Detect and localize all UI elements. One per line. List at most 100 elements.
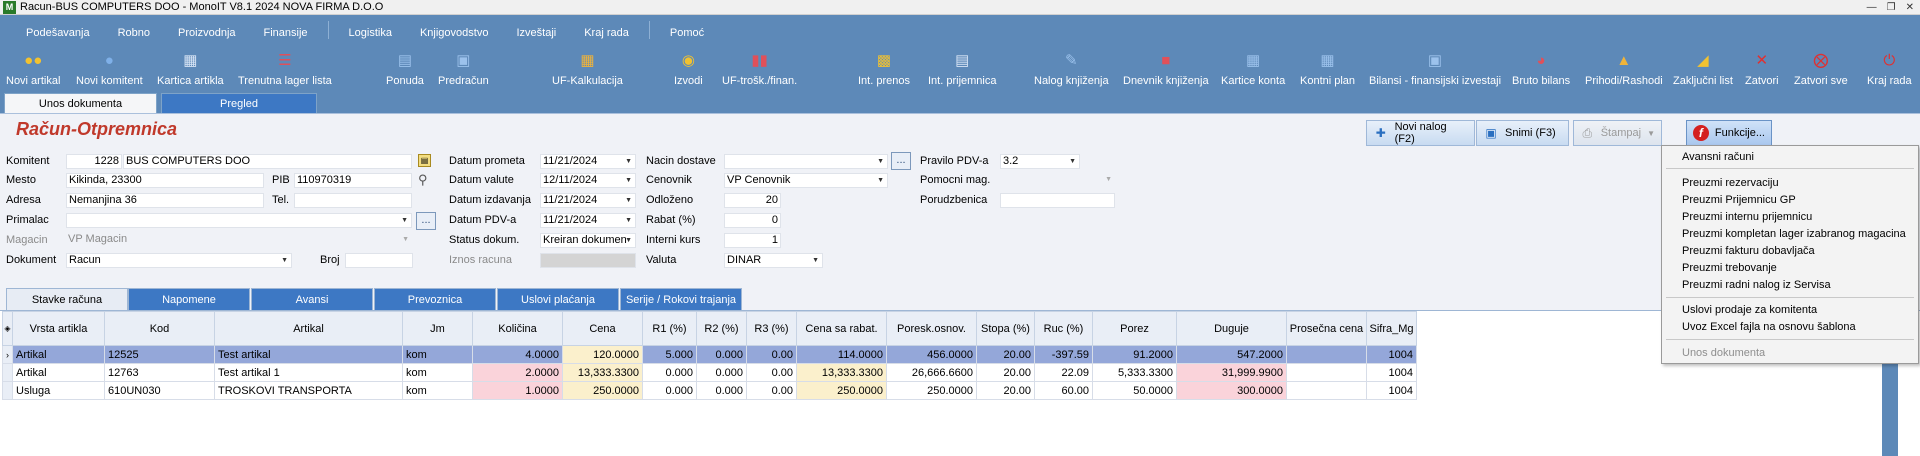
table-cell[interactable]: 610UN030	[104, 381, 215, 400]
novi-artikal-button[interactable]: ●● Novi artikal	[6, 47, 60, 91]
table-cell[interactable]	[1286, 363, 1367, 382]
table-cell[interactable]: Artikal	[12, 363, 105, 382]
table-cell[interactable]: 300.0000	[1176, 381, 1287, 400]
column-header[interactable]: Jm	[402, 311, 473, 346]
table-cell[interactable]: 0.00	[746, 345, 797, 364]
table-cell[interactable]: Test artikal 1	[214, 363, 403, 382]
menu-item-uvoz-excel[interactable]: Uvoz Excel fajla na osnovu šablona	[1682, 321, 1856, 333]
table-cell[interactable]: 1004	[1366, 363, 1417, 382]
table-cell[interactable]: 22.09	[1034, 363, 1093, 382]
menu-podesavanja[interactable]: Podešavanja	[12, 27, 104, 47]
menu-robno[interactable]: Robno	[104, 27, 164, 47]
table-cell[interactable]	[1286, 345, 1367, 364]
table-cell[interactable]: 0.000	[642, 381, 697, 400]
table-cell[interactable]: 12763	[104, 363, 215, 382]
table-cell[interactable]: 20.00	[976, 363, 1035, 382]
nacin-dostave-select[interactable]: ▼	[724, 154, 888, 169]
dokument-select[interactable]: Racun ▼	[66, 253, 292, 268]
table-cell[interactable]: 547.2000	[1176, 345, 1287, 364]
odlozeno-field[interactable]: 20	[724, 193, 781, 208]
bruto-bilans-button[interactable]: ◕ Bruto bilans	[1512, 47, 1570, 91]
table-cell[interactable]: 250.0000	[562, 381, 643, 400]
datum-pdv-field[interactable]: 11/21/2024 ▼	[540, 213, 636, 228]
search-icon[interactable]: ⚲	[418, 172, 428, 188]
save-button[interactable]: ▣ Snimi (F3)	[1476, 120, 1569, 146]
pib-field[interactable]: 110970319	[294, 173, 412, 188]
tab-serije-rokovi[interactable]: Serije / Rokovi trajanja	[620, 288, 742, 310]
menu-finansije[interactable]: Finansije	[250, 27, 322, 47]
contact-card-icon[interactable]: ▤	[418, 154, 431, 167]
zatvori-sve-button[interactable]: ⨂ Zatvori sve	[1794, 47, 1848, 91]
column-header[interactable]: Porez	[1092, 311, 1177, 346]
zakljucni-list-button[interactable]: ◢ Zaključni list	[1673, 47, 1733, 91]
tab-avansi[interactable]: Avansi	[251, 288, 373, 310]
table-cell[interactable]: 31,999.9900	[1176, 363, 1287, 382]
functions-button[interactable]: f Funkcije...	[1686, 120, 1772, 146]
table-cell[interactable]: 5,333.3300	[1092, 363, 1177, 382]
column-header[interactable]: Količina	[472, 311, 563, 346]
datum-valute-field[interactable]: 12/11/2024 ▼	[540, 173, 636, 188]
kontni-plan-button[interactable]: ▦ Kontni plan	[1300, 47, 1355, 91]
table-cell[interactable]: Artikal	[12, 345, 105, 364]
komitent-name-field[interactable]: BUS COMPUTERS DOO	[123, 154, 412, 169]
table-cell[interactable]: 2.0000	[472, 363, 563, 382]
menu-item-preuzmi-kompletan-lager[interactable]: Preuzmi kompletan lager izabranog magaci…	[1682, 228, 1906, 240]
uf-troskovi-button[interactable]: ▮▮ UF-trošk./finan.	[722, 47, 797, 91]
table-cell[interactable]: 50.0000	[1092, 381, 1177, 400]
minimize-icon[interactable]: —	[1867, 2, 1877, 13]
nalog-knjizenja-button[interactable]: ✎ Nalog knjiženja	[1034, 47, 1109, 91]
tab-pregled[interactable]: Pregled	[161, 93, 317, 113]
predracun-button[interactable]: ▣ Predračun	[438, 47, 489, 91]
table-cell[interactable]: 5.000	[642, 345, 697, 364]
table-cell[interactable]: 250.0000	[886, 381, 977, 400]
column-header[interactable]: Prosečna cena	[1286, 311, 1367, 346]
status-select[interactable]: Kreiran dokumen ▼	[540, 233, 636, 248]
izvodi-button[interactable]: ◉ Izvodi	[674, 47, 703, 91]
column-header[interactable]: Sifra_Mg	[1366, 311, 1417, 346]
column-header[interactable]: R1 (%)	[642, 311, 697, 346]
int-prijemnica-button[interactable]: ▤ Int. prijemnica	[928, 47, 996, 91]
table-cell[interactable]: 1004	[1366, 345, 1417, 364]
table-cell[interactable]: 13,333.3300	[796, 363, 887, 382]
kartica-artikla-button[interactable]: ▦ Kartica artikla	[157, 47, 224, 91]
column-header[interactable]: Kod	[104, 311, 215, 346]
menu-izvestaji[interactable]: Izveštaji	[502, 27, 570, 47]
table-cell[interactable]: 456.0000	[886, 345, 977, 364]
column-header[interactable]: Artikal	[214, 311, 403, 346]
uf-kalkulacija-button[interactable]: ▦ UF-Kalkulacija	[552, 47, 623, 91]
table-cell[interactable]: 114.0000	[796, 345, 887, 364]
menu-item-avansni-racuni[interactable]: Avansni računi	[1682, 151, 1754, 163]
column-header[interactable]: Duguje	[1176, 311, 1287, 346]
komitent-code-field[interactable]: 1228	[66, 154, 122, 169]
new-order-button[interactable]: ✚ Novi nalog (F2)	[1366, 120, 1475, 146]
print-button[interactable]: ⎙ Štampaj ▼	[1573, 120, 1662, 146]
menu-item-preuzmi-radni-nalog[interactable]: Preuzmi radni nalog iz Servisa	[1682, 279, 1831, 291]
table-cell[interactable]: 26,666.6600	[886, 363, 977, 382]
bilansi-button[interactable]: ▣ Bilansi - finansijski izvestaji	[1369, 47, 1501, 91]
table-cell[interactable]: -397.59	[1034, 345, 1093, 364]
table-cell[interactable]: 13,333.3300	[562, 363, 643, 382]
menu-pomoc[interactable]: Pomoć	[656, 27, 718, 47]
table-row[interactable]: › Artikal 12525 Test artikal kom 4.0000 …	[2, 345, 1417, 364]
table-cell[interactable]: TROSKOVI TRANSPORTA	[214, 381, 403, 400]
menu-item-preuzmi-internu-prijemnicu[interactable]: Preuzmi internu prijemnicu	[1682, 211, 1812, 223]
close-window-icon[interactable]: ✕	[1906, 2, 1914, 13]
tab-unos-dokumenta[interactable]: Unos dokumenta	[4, 93, 157, 113]
rabat-field[interactable]: 0	[724, 213, 781, 228]
table-cell[interactable]: 0.000	[696, 363, 747, 382]
restore-icon[interactable]: ❐	[1887, 2, 1896, 13]
menu-item-preuzmi-fakturu-dobavljaca[interactable]: Preuzmi fakturu dobavljača	[1682, 245, 1815, 257]
primalac-select[interactable]: ▼	[66, 213, 412, 228]
table-cell[interactable]: 12525	[104, 345, 215, 364]
valuta-select[interactable]: DINAR ▼	[724, 253, 823, 268]
menu-proizvodnja[interactable]: Proizvodnja	[164, 27, 249, 47]
menu-kraj-rada[interactable]: Kraj rada	[570, 27, 643, 47]
table-cell[interactable]: kom	[402, 363, 473, 382]
table-cell[interactable]: Usluga	[12, 381, 105, 400]
int-prenos-button[interactable]: ▩ Int. prenos	[858, 47, 910, 91]
table-cell[interactable]: 4.0000	[472, 345, 563, 364]
menu-item-preuzmi-prijemnicu-gp[interactable]: Preuzmi Prijemnicu GP	[1682, 194, 1796, 206]
menu-item-preuzmi-rezervaciju[interactable]: Preuzmi rezervaciju	[1682, 177, 1779, 189]
table-cell[interactable]: 91.2000	[1092, 345, 1177, 364]
column-header[interactable]: Stopa (%)	[976, 311, 1035, 346]
